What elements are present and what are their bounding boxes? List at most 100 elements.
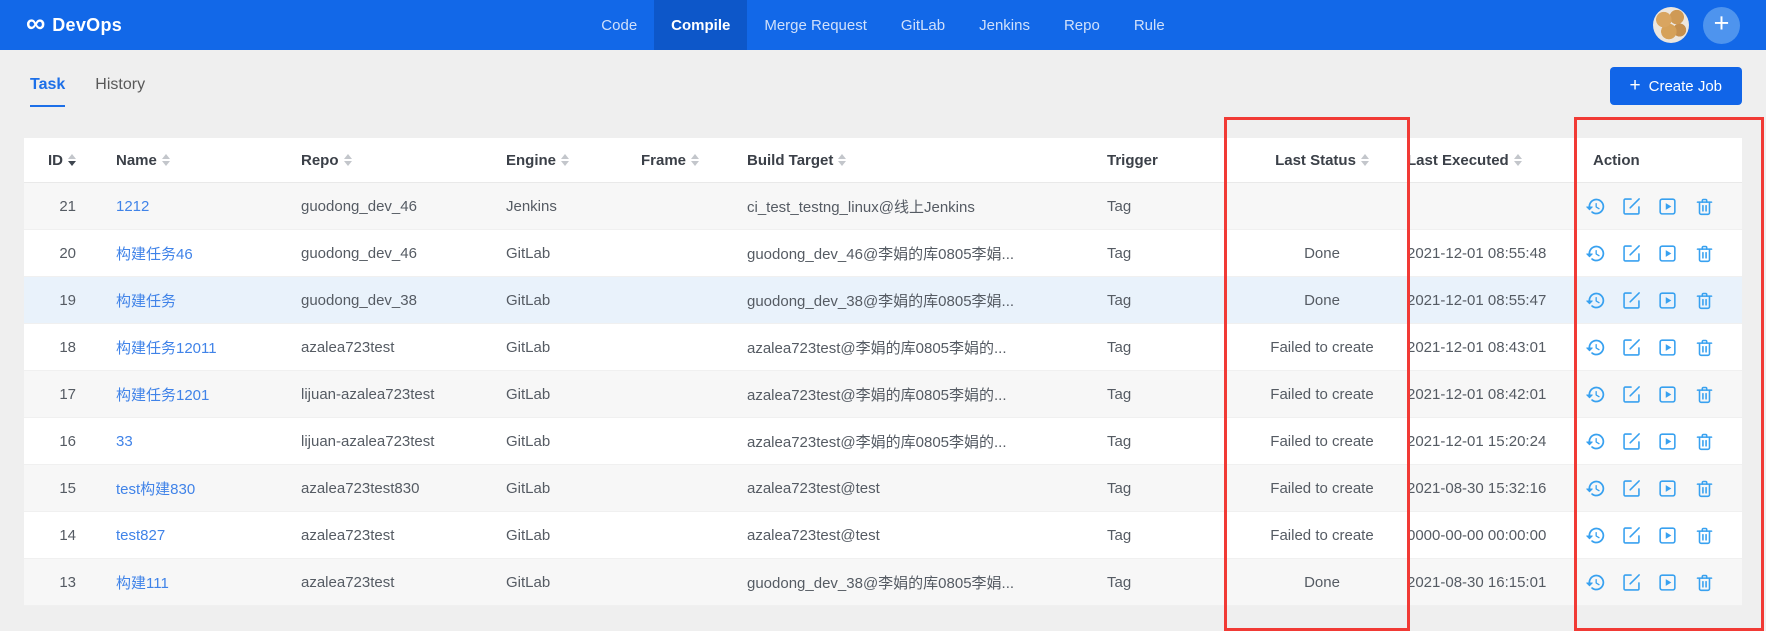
job-name-link[interactable]: 构建任务1201 bbox=[116, 387, 209, 404]
table-row[interactable]: 19 构建任务 guodong_dev_38 GitLab guodong_de… bbox=[24, 276, 1742, 324]
table-row[interactable]: 16 33 lijuan-azalea723test GitLab azalea… bbox=[24, 417, 1742, 465]
cell-actions bbox=[1577, 511, 1742, 559]
job-name-link[interactable]: 构建任务46 bbox=[116, 246, 193, 263]
cell-engine: GitLab bbox=[490, 558, 625, 606]
history-icon[interactable] bbox=[1585, 196, 1606, 217]
history-icon[interactable] bbox=[1585, 525, 1606, 546]
column-header-label: Trigger bbox=[1107, 151, 1158, 169]
run-icon[interactable] bbox=[1657, 525, 1678, 546]
history-icon[interactable] bbox=[1585, 431, 1606, 452]
delete-icon[interactable] bbox=[1694, 431, 1715, 452]
edit-icon[interactable] bbox=[1621, 196, 1642, 217]
table-row[interactable]: 20 构建任务46 guodong_dev_46 GitLab guodong_… bbox=[24, 229, 1742, 277]
run-icon[interactable] bbox=[1657, 384, 1678, 405]
edit-icon[interactable] bbox=[1621, 431, 1642, 452]
column-header-frame[interactable]: Frame bbox=[625, 138, 731, 183]
cell-actions bbox=[1577, 370, 1742, 418]
column-header-label: Frame bbox=[641, 151, 687, 169]
edit-icon[interactable] bbox=[1621, 337, 1642, 358]
cell-last-status: Failed to create bbox=[1227, 417, 1401, 465]
cell-build-target: azalea723test@test bbox=[731, 464, 1091, 512]
job-name-link[interactable]: test构建830 bbox=[116, 481, 195, 498]
cell-last-executed: 2021-12-01 15:20:24 bbox=[1401, 417, 1577, 465]
create-job-button[interactable]: + Create Job bbox=[1609, 67, 1742, 105]
table-row[interactable]: 14 test827 azalea723test GitLab azalea72… bbox=[24, 511, 1742, 559]
delete-icon[interactable] bbox=[1694, 572, 1715, 593]
sort-icon bbox=[343, 154, 352, 166]
table-row[interactable]: 13 构建111 azalea723test GitLab guodong_de… bbox=[24, 558, 1742, 606]
history-icon[interactable] bbox=[1585, 384, 1606, 405]
job-name-link[interactable]: 构建111 bbox=[116, 575, 169, 592]
nav-item-code[interactable]: Code bbox=[584, 0, 654, 50]
run-icon[interactable] bbox=[1657, 431, 1678, 452]
table-row[interactable]: 15 test构建830 azalea723test830 GitLab aza… bbox=[24, 464, 1742, 512]
delete-icon[interactable] bbox=[1694, 525, 1715, 546]
tab-history[interactable]: History bbox=[95, 76, 145, 107]
run-icon[interactable] bbox=[1657, 243, 1678, 264]
top-navigation-bar: ∞ DevOps Code Compile Merge Request GitLab J… bbox=[0, 0, 1766, 50]
delete-icon[interactable] bbox=[1694, 243, 1715, 264]
cell-engine: GitLab bbox=[490, 464, 625, 512]
job-name-link[interactable]: 构建任务 bbox=[116, 293, 176, 310]
cell-build-target: azalea723test@test bbox=[731, 511, 1091, 559]
history-icon[interactable] bbox=[1585, 478, 1606, 499]
run-icon[interactable] bbox=[1657, 337, 1678, 358]
edit-icon[interactable] bbox=[1621, 243, 1642, 264]
cell-repo: lijuan-azalea723test bbox=[285, 417, 490, 465]
caret-up-icon bbox=[343, 154, 352, 159]
column-header-engine[interactable]: Engine bbox=[490, 138, 625, 183]
job-name-link[interactable]: 33 bbox=[116, 433, 133, 450]
cell-repo: azalea723test830 bbox=[285, 464, 490, 512]
nav-item-gitlab[interactable]: GitLab bbox=[884, 0, 962, 50]
cell-repo: azalea723test bbox=[285, 511, 490, 559]
cell-engine: GitLab bbox=[490, 417, 625, 465]
column-header-name[interactable]: Name bbox=[100, 138, 285, 183]
history-icon[interactable] bbox=[1585, 337, 1606, 358]
column-header-build-target[interactable]: Build Target bbox=[731, 138, 1091, 183]
history-icon[interactable] bbox=[1585, 572, 1606, 593]
cell-trigger: Tag bbox=[1091, 323, 1227, 371]
delete-icon[interactable] bbox=[1694, 337, 1715, 358]
tab-task[interactable]: Task bbox=[30, 76, 66, 107]
add-button[interactable]: + bbox=[1703, 6, 1740, 44]
column-header-label: Last Executed bbox=[1407, 151, 1509, 169]
edit-icon[interactable] bbox=[1621, 525, 1642, 546]
run-icon[interactable] bbox=[1657, 478, 1678, 499]
delete-icon[interactable] bbox=[1694, 290, 1715, 311]
edit-icon[interactable] bbox=[1621, 384, 1642, 405]
edit-icon[interactable] bbox=[1621, 572, 1642, 593]
table-row[interactable]: 21 1212 guodong_dev_46 Jenkins ci_test_t… bbox=[24, 182, 1742, 230]
cell-engine: GitLab bbox=[490, 276, 625, 324]
cell-id: 19 bbox=[24, 276, 100, 324]
nav-item-jenkins[interactable]: Jenkins bbox=[962, 0, 1047, 50]
avatar[interactable] bbox=[1653, 7, 1689, 43]
column-header-last-status[interactable]: Last Status bbox=[1227, 138, 1401, 183]
edit-icon[interactable] bbox=[1621, 290, 1642, 311]
delete-icon[interactable] bbox=[1694, 478, 1715, 499]
nav-item-repo[interactable]: Repo bbox=[1047, 0, 1117, 50]
caret-up-icon bbox=[561, 154, 570, 159]
history-icon[interactable] bbox=[1585, 243, 1606, 264]
cell-actions bbox=[1577, 558, 1742, 606]
column-header-repo[interactable]: Repo bbox=[285, 138, 490, 183]
plus-icon: + bbox=[1713, 8, 1730, 38]
cell-engine: GitLab bbox=[490, 370, 625, 418]
column-header-id[interactable]: ID bbox=[24, 138, 100, 183]
history-icon[interactable] bbox=[1585, 290, 1606, 311]
delete-icon[interactable] bbox=[1694, 196, 1715, 217]
table-row[interactable]: 18 构建任务12011 azalea723test GitLab azalea… bbox=[24, 323, 1742, 371]
cell-actions bbox=[1577, 182, 1742, 230]
run-icon[interactable] bbox=[1657, 290, 1678, 311]
nav-item-compile[interactable]: Compile bbox=[654, 0, 748, 50]
nav-item-rule[interactable]: Rule bbox=[1117, 0, 1182, 50]
column-header-last-executed[interactable]: Last Executed bbox=[1401, 138, 1577, 183]
edit-icon[interactable] bbox=[1621, 478, 1642, 499]
job-name-link[interactable]: 1212 bbox=[116, 198, 149, 215]
table-row[interactable]: 17 构建任务1201 lijuan-azalea723test GitLab … bbox=[24, 370, 1742, 418]
run-icon[interactable] bbox=[1657, 196, 1678, 217]
job-name-link[interactable]: test827 bbox=[116, 527, 165, 544]
job-name-link[interactable]: 构建任务12011 bbox=[116, 340, 217, 357]
nav-item-merge-request[interactable]: Merge Request bbox=[747, 0, 884, 50]
delete-icon[interactable] bbox=[1694, 384, 1715, 405]
run-icon[interactable] bbox=[1657, 572, 1678, 593]
